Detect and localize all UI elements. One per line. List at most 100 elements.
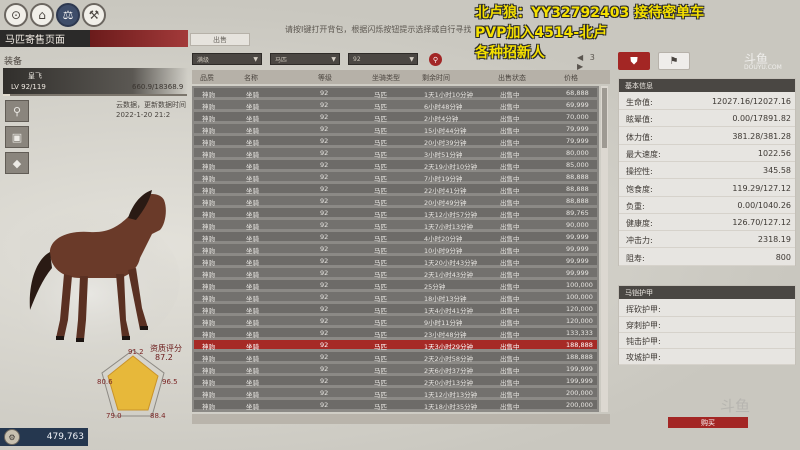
search-icon[interactable]: ⚲: [429, 53, 442, 66]
cell-name: 坐骑: [246, 247, 259, 255]
column-header[interactable]: 剩余时间: [422, 73, 450, 83]
tools-icon[interactable]: ⚒: [82, 3, 106, 27]
armor-label: 攻城护甲:: [626, 353, 661, 362]
table-row[interactable]: 神驹 坐骑 92 马匹 3小时51分钟 出售中 80,000: [194, 148, 597, 159]
filter-box-level[interactable]: 满级 ▼: [192, 53, 262, 65]
cell-time: 1天20小时43分钟: [424, 259, 478, 267]
cell-type: 马匹: [374, 115, 387, 123]
table-row[interactable]: 神驹 坐骑 92 马匹 18小时13分钟 出售中 100,000: [194, 292, 597, 303]
cell-time: 2天0小时13分钟: [424, 379, 474, 387]
column-header[interactable]: 坐骑类型: [372, 73, 400, 83]
table-row[interactable]: 神驹 坐骑 92 马匹 1天1小时10分钟 出售中 68,888: [194, 88, 597, 99]
stat-row: 负重: 0.00/1040.26: [619, 197, 795, 214]
stable-icon[interactable]: ⌂: [30, 3, 54, 27]
stat-row: 最大速度: 1022.56: [619, 145, 795, 162]
cell-status: 出售中: [500, 403, 520, 411]
table-row[interactable]: 神驹 坐骑 92 马匹 6小时48分钟 出售中 69,999: [194, 100, 597, 111]
horse-feed-icon[interactable]: ⊙: [4, 3, 28, 27]
table-row[interactable]: 神驹 坐骑 92 马匹 10小时9分钟 出售中 99,999: [194, 244, 597, 255]
column-header[interactable]: 出售状态: [498, 73, 526, 83]
table-row[interactable]: 神驹 坐骑 92 马匹 2小时4分钟 出售中 70,000: [194, 112, 597, 123]
table-row-selected[interactable]: 神驹 坐骑 92 马匹 1天3小时29分钟 出售中 188,888: [194, 340, 597, 351]
table-row[interactable]: 神驹 坐骑 92 马匹 1天12小时57分钟 出售中 89,765: [194, 208, 597, 219]
table-row[interactable]: 神驹 坐骑 92 马匹 7小时19分钟 出售中 88,888: [194, 172, 597, 183]
cell-time: 1天7小时13分钟: [424, 223, 474, 231]
armor-slot-icon[interactable]: ▣: [5, 126, 29, 148]
table-row[interactable]: 神驹 坐骑 92 马匹 9小时11分钟 出售中 120,000: [194, 316, 597, 327]
stat-value: 1022.56: [757, 148, 791, 158]
column-header[interactable]: 名称: [244, 73, 258, 83]
armor-row: 钝击护甲:: [619, 332, 795, 349]
table-row[interactable]: 神驹 坐骑 92 马匹 1天12小时13分钟 出售中 200,000: [194, 388, 597, 399]
table-row[interactable]: 神驹 坐骑 92 马匹 1天18小时35分钟 出售中 200,000: [194, 400, 597, 411]
table-row[interactable]: 神驹 坐骑 92 马匹 1天20小时43分钟 出售中 99,999: [194, 256, 597, 267]
cell-time: 2天6小时37分钟: [424, 367, 474, 375]
column-header[interactable]: 等级: [318, 73, 332, 83]
cell-type: 马匹: [374, 235, 387, 243]
armor-title: 马铠护甲: [619, 286, 795, 299]
column-header[interactable]: 品质: [200, 73, 214, 83]
filter-box-grade[interactable]: 92 ▼: [348, 53, 418, 65]
cell-quality: 神驹: [202, 247, 215, 255]
table-row[interactable]: 神驹 坐骑 92 马匹 23小时48分钟 出售中 133,333: [194, 328, 597, 339]
cell-price: 199,999: [566, 377, 593, 385]
table-row[interactable]: 神驹 坐骑 92 马匹 2天1小时43分钟 出售中 99,999: [194, 268, 597, 279]
table-row[interactable]: 神驹 坐骑 92 马匹 2天2小时58分钟 出售中 188,888: [194, 352, 597, 363]
buy-button[interactable]: 购买: [668, 417, 748, 428]
table-row[interactable]: 神驹 坐骑 92 马匹 1天7小时13分钟 出售中 90,000: [194, 220, 597, 231]
filter-box-type[interactable]: 马匹 ▼: [270, 53, 340, 65]
cell-price: 80,000: [566, 149, 589, 157]
cell-type: 马匹: [374, 199, 387, 207]
cell-quality: 神驹: [202, 127, 215, 135]
tab-horse-info[interactable]: ⛊: [618, 52, 650, 70]
cell-type: 马匹: [374, 91, 387, 99]
saddle-slot-icon[interactable]: ⚲: [5, 100, 29, 122]
column-header[interactable]: 价格: [564, 73, 578, 83]
cell-quality: 神驹: [202, 91, 215, 99]
table-row[interactable]: 神驹 坐骑 92 马匹 22小时41分钟 出售中 88,888: [194, 184, 597, 195]
armor-row: 穿刺护甲:: [619, 316, 795, 333]
cell-type: 马匹: [374, 355, 387, 363]
watermark-logo: 斗鱼: [720, 397, 751, 415]
market-icon[interactable]: ⚖: [56, 3, 80, 27]
cell-time: 10小时9分钟: [424, 247, 463, 255]
table-row[interactable]: 神驹 坐骑 92 马匹 2天0小时13分钟 出售中 199,999: [194, 376, 597, 387]
stats-title: 基本信息: [619, 79, 795, 92]
pent-top: 91.2: [128, 348, 144, 356]
table-row[interactable]: 神驹 坐骑 92 马匹 20小时39分钟 出售中 79,999: [194, 136, 597, 147]
table-scrollbar[interactable]: [601, 86, 608, 412]
cell-level: 92: [320, 245, 329, 253]
cell-price: 68,888: [566, 89, 589, 97]
tab-sell[interactable]: 出售: [190, 33, 250, 46]
cell-price: 133,333: [566, 329, 593, 337]
cell-level: 92: [320, 197, 329, 205]
cell-time: 2天1小时43分钟: [424, 271, 474, 279]
cell-price: 200,000: [566, 389, 593, 397]
table-row[interactable]: 神驹 坐骑 92 马匹 20小时49分钟 出售中 88,888: [194, 196, 597, 207]
cell-status: 出售中: [500, 211, 520, 219]
table-row[interactable]: 神驹 坐骑 92 马匹 2天19小时10分钟 出售中 85,000: [194, 160, 597, 171]
armor-row: 攻城护甲:: [619, 348, 795, 365]
cell-level: 92: [320, 401, 329, 409]
cell-level: 92: [320, 377, 329, 385]
cell-level: 92: [320, 137, 329, 145]
cell-level: 92: [320, 269, 329, 277]
table-row[interactable]: 神驹 坐骑 92 马匹 2天6小时37分钟 出售中 199,999: [194, 364, 597, 375]
chevron-down-icon: ▼: [409, 56, 414, 63]
cell-status: 出售中: [500, 223, 520, 231]
prev-page-icon[interactable]: ◀: [577, 53, 583, 62]
stat-label: 冲击力:: [626, 236, 653, 246]
scroll-thumb[interactable]: [602, 88, 607, 148]
table-row[interactable]: 神驹 坐骑 92 马匹 25分钟 出售中 100,000: [194, 280, 597, 291]
tab-horse-gear[interactable]: ⚑: [658, 52, 690, 70]
cell-status: 出售中: [500, 127, 520, 135]
table-row[interactable]: 神驹 坐骑 92 马匹 4小时20分钟 出售中 99,999: [194, 232, 597, 243]
table-row[interactable]: 神驹 坐骑 92 马匹 1天4小时41分钟 出售中 120,000: [194, 304, 597, 315]
table-row[interactable]: 神驹 坐骑 92 马匹 15小时44分钟 出售中 79,999: [194, 124, 597, 135]
cell-name: 坐骑: [246, 127, 259, 135]
cell-type: 马匹: [374, 223, 387, 231]
pent-right: 96.5: [162, 378, 178, 386]
cell-status: 出售中: [500, 355, 520, 363]
cell-type: 马匹: [374, 331, 387, 339]
cell-status: 出售中: [500, 115, 520, 123]
